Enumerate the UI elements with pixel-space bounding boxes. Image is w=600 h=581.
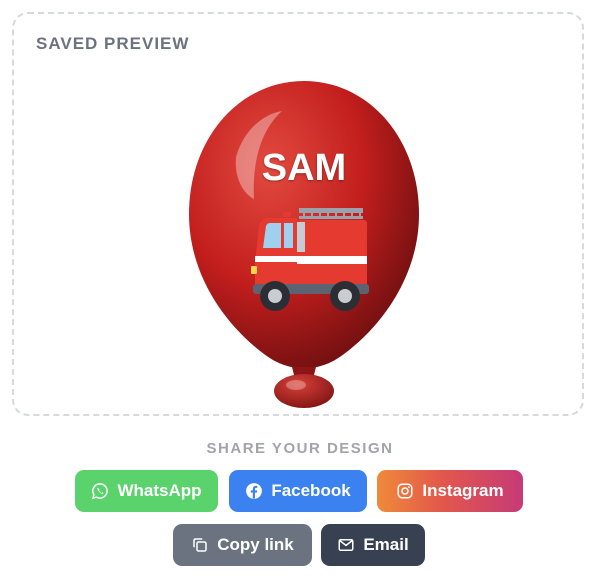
instagram-icon: [397, 483, 413, 499]
saved-preview-title: SAVED PREVIEW: [36, 34, 190, 53]
whatsapp-label: WhatsApp: [117, 481, 202, 500]
saved-preview-card: SAVED PREVIEW SAM: [12, 12, 584, 416]
email-label: Email: [363, 535, 409, 554]
mail-icon: [338, 539, 354, 551]
balloon-name-text: SAM: [261, 147, 347, 189]
copy-link-label: Copy link: [217, 535, 294, 554]
whatsapp-share-button[interactable]: WhatsApp: [75, 470, 218, 512]
facebook-share-button[interactable]: Facebook: [229, 470, 367, 512]
balloon-graphic: [189, 81, 419, 408]
copy-link-button[interactable]: Copy link: [173, 524, 312, 566]
share-title: SHARE YOUR DESIGN: [206, 440, 394, 457]
instagram-share-button[interactable]: Instagram: [377, 470, 523, 512]
whatsapp-icon: [92, 483, 109, 500]
copy-icon: [193, 538, 207, 552]
balloon-preview: SAM: [184, 69, 424, 414]
facebook-label: Facebook: [271, 481, 351, 500]
instagram-label: Instagram: [422, 481, 504, 500]
email-share-button[interactable]: Email: [321, 524, 425, 566]
facebook-icon: [246, 483, 263, 499]
